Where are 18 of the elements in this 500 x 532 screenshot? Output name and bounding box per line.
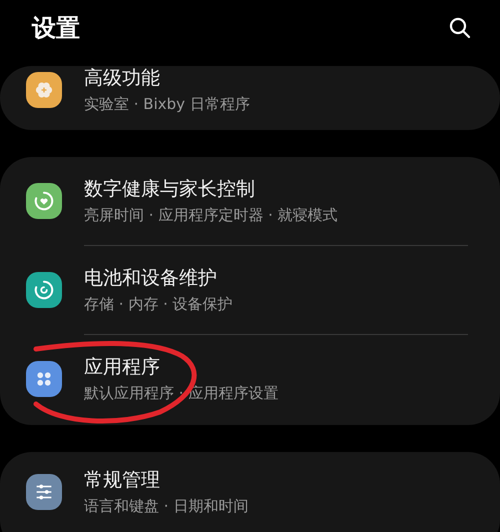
settings-item[interactable]: 电池和设备维护 存储 · 内存 · 设备保护 — [0, 246, 500, 334]
item-subtitle: 语言和键盘 · 日期和时间 — [84, 496, 248, 516]
settings-item[interactable]: 高级功能 实验室 · Bixby 日常程序 — [0, 66, 500, 116]
search-icon[interactable] — [448, 16, 472, 40]
item-title: 高级功能 — [84, 66, 161, 90]
item-subtitle: 亮屏时间 · 应用程序定时器 · 就寝模式 — [84, 205, 338, 225]
settings-item[interactable]: 数字健康与家长控制 亮屏时间 · 应用程序定时器 · 就寝模式 — [0, 157, 500, 245]
flower-icon — [34, 80, 54, 100]
item-subtitle: 实验室 · Bixby 日常程序 — [84, 94, 250, 114]
item-title: 常规管理 — [84, 468, 161, 492]
heart-ring-icon — [33, 190, 55, 212]
item-title: 数字健康与家长控制 — [84, 177, 256, 201]
item-title: 电池和设备维护 — [84, 266, 218, 290]
item-subtitle: 存储 · 内存 · 设备保护 — [84, 294, 233, 314]
page-title: 设置 — [32, 13, 80, 44]
refresh-ring-icon — [33, 279, 55, 301]
settings-item[interactable]: 常规管理 语言和键盘 · 日期和时间 — [0, 452, 500, 532]
item-title: 应用程序 — [84, 355, 161, 379]
